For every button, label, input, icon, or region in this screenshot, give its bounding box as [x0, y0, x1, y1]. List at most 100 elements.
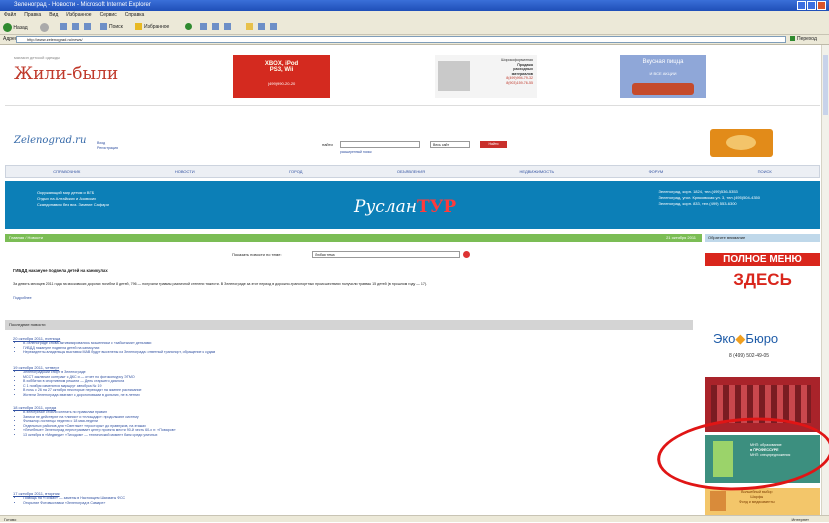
lead-news-text: За девять месяцев 2011 года на московски…: [13, 282, 428, 286]
eco-buro-ad[interactable]: Эко◆Бюро 8 (499) 502-49-05: [705, 325, 820, 375]
zelenograd-logo[interactable]: Zelenograd.ru: [14, 135, 86, 146]
stop-button[interactable]: [60, 23, 69, 32]
zhili-byli-banner[interactable]: магазин детской одежды Жили-были: [14, 55, 139, 98]
home-icon: [84, 23, 91, 31]
printer-image: [438, 61, 470, 91]
main-nav: СПРАВОЧНИК НОВОСТИ ГОРОД ОБЪЯВЛЕНИЯ НЕДВ…: [5, 165, 820, 178]
menu-favorites[interactable]: Избранное: [66, 11, 91, 20]
refresh-icon: [72, 23, 79, 31]
food-ad[interactable]: Вкусная пицца И ВСЕ АКЦИИ: [620, 55, 706, 98]
xbox-ad-phone: (499)990-20-20: [267, 81, 296, 86]
shop-ad[interactable]: Волшебный выбор Шарфы Фонд и медикаменты: [705, 488, 820, 515]
go-button[interactable]: Переход: [790, 36, 826, 43]
xbox-ad-line2: PS3, Wii: [269, 67, 294, 73]
pizza-image: [726, 135, 756, 150]
history-button[interactable]: [200, 23, 209, 32]
news-item[interactable]: Открытие Фотовыставки «Зеленоград в Сама…: [23, 501, 613, 506]
nav-classifieds[interactable]: ОБЪЯВЛЕНИЯ: [397, 169, 425, 174]
nav-news[interactable]: НОВОСТИ: [175, 169, 195, 174]
sidebar-header: Обратите внимание: [705, 234, 820, 242]
folder-button[interactable]: [246, 23, 255, 32]
latest-news-header: Последние новости: [5, 320, 693, 330]
breadcrumb[interactable]: Главная / Новости: [5, 235, 43, 240]
shop-line: Фонд и медикаменты: [739, 499, 775, 504]
lead-news-title[interactable]: ГИБДД накануне подвела детей на каникула…: [13, 268, 108, 273]
nav-forum[interactable]: ФОРУМ: [649, 169, 664, 174]
forward-button[interactable]: [40, 23, 49, 32]
window-controls: [797, 1, 826, 10]
search-label: найти: [322, 142, 333, 147]
search-icon: [100, 23, 107, 31]
ruslantur-logo: РусланТУР: [354, 197, 456, 217]
minimize-button[interactable]: [797, 1, 806, 10]
eco-buro-name: Эко◆Бюро: [713, 331, 778, 347]
menu-file[interactable]: Файл: [4, 11, 16, 20]
back-button[interactable]: Назад: [3, 23, 28, 32]
logo-accent: ТУР: [416, 197, 457, 217]
go-arrow-icon: [790, 36, 795, 42]
pizza-side-ad[interactable]: [710, 129, 773, 157]
star-icon: [135, 23, 142, 31]
home-button[interactable]: [84, 23, 93, 32]
window-title: Зеленоград - Новости - Microsoft Interne…: [14, 2, 151, 8]
nav-realestate[interactable]: НЕДВИЖИМОСТЬ: [519, 169, 554, 174]
current-date: 21 октября 2011: [666, 235, 696, 240]
messenger-button[interactable]: [258, 23, 267, 32]
window-titlebar: Зеленоград - Новости - Microsoft Interne…: [0, 0, 829, 11]
nav-directory[interactable]: СПРАВОЧНИК: [53, 169, 80, 174]
news-group: 20 октября 2011, пятница В Зеленограде с…: [13, 336, 613, 355]
ruslantur-banner[interactable]: Окружающий мир детям и ВГБ Отдых на Алта…: [5, 181, 820, 229]
register-link[interactable]: Регистрация: [97, 146, 118, 151]
media-button[interactable]: [185, 23, 192, 32]
user-links: Вход Регистрация: [97, 141, 118, 150]
xbox-ad[interactable]: XBOX, iPod PS3, Wii (499)990-20-20: [233, 55, 330, 98]
menu-tools[interactable]: Сервис: [100, 11, 117, 20]
nav-search[interactable]: ПОИСК: [758, 169, 772, 174]
address-line: Зеленоград, корп. 833, тел.(499) 553-630…: [658, 201, 737, 206]
status-text: Готово: [4, 517, 17, 522]
food-image: [632, 83, 694, 95]
refresh-button[interactable]: [72, 23, 81, 32]
print-button[interactable]: [224, 23, 233, 32]
site-search-input[interactable]: [340, 141, 420, 148]
category-select[interactable]: Любая тема: [312, 251, 460, 258]
ruslantur-offers: Окружающий мир детям и ВГБ Отдых на Алта…: [37, 190, 109, 208]
advanced-search-link[interactable]: расширенный поиск: [340, 150, 372, 154]
news-group: 18 октября 2011, среда В электричке стои…: [13, 405, 613, 437]
ruslantur-addresses: Зеленоград, корп. 1824, тел.(499)536-535…: [658, 189, 760, 207]
address-input[interactable]: http://www.zelenograd.ru/news/: [16, 36, 786, 43]
printing-ad-text: Широкоформатная Продажа расходных матери…: [475, 58, 533, 85]
print-icon: [224, 23, 231, 31]
media-icon: [185, 23, 192, 31]
news-item[interactable]: Жители Зеленограда хватают с дорогоновым…: [23, 393, 613, 398]
scrollbar-thumb[interactable]: [823, 55, 828, 115]
news-group: 17 октября 2011, вторник Помощь на «Точк…: [13, 491, 613, 505]
shop-ad-text: Волшебный выбор Шарфы Фонд и медикаменты: [739, 490, 775, 504]
close-button[interactable]: [817, 1, 826, 10]
search-button[interactable]: Поиск: [100, 23, 123, 32]
lead-news-more-link[interactable]: Подробнее: [13, 296, 32, 300]
news-item[interactable]: 13 октября в «Медведи» «Тиходом» — техни…: [23, 433, 613, 438]
menu-edit[interactable]: Правка: [24, 11, 41, 20]
eco-name-left: Эко: [713, 331, 736, 346]
search-scope-select[interactable]: Весь сайт: [430, 141, 470, 148]
mail-button[interactable]: [212, 23, 221, 32]
category-go-icon[interactable]: [463, 251, 470, 258]
forward-arrow-icon: [40, 23, 49, 32]
printing-phone: 8(903)159-76-55: [506, 80, 533, 85]
menu-view[interactable]: Вид: [49, 11, 58, 20]
favorites-button[interactable]: Избранное: [135, 23, 169, 32]
search-submit-button[interactable]: Найти: [480, 141, 507, 148]
nav-city[interactable]: ГОРОД: [289, 169, 302, 174]
discuss-button[interactable]: [270, 23, 279, 32]
mail-icon: [212, 23, 219, 31]
news-group: 19 октября 2011, четверг Зеленоградский …: [13, 365, 613, 397]
logo-main: Руслан: [354, 197, 417, 217]
messenger-icon: [258, 23, 265, 31]
menu-help[interactable]: Справка: [125, 11, 145, 20]
printing-ad[interactable]: Широкоформатная Продажа расходных матери…: [435, 55, 537, 98]
category-label: Показать новости по теме:: [232, 252, 282, 257]
full-menu-ad[interactable]: ПОЛНОЕ МЕНЮ ЗДЕСЬ: [705, 250, 820, 303]
maximize-button[interactable]: [807, 1, 816, 10]
news-item[interactable]: Нерезиденты-владельцы выставок МАВ будут…: [23, 350, 613, 355]
